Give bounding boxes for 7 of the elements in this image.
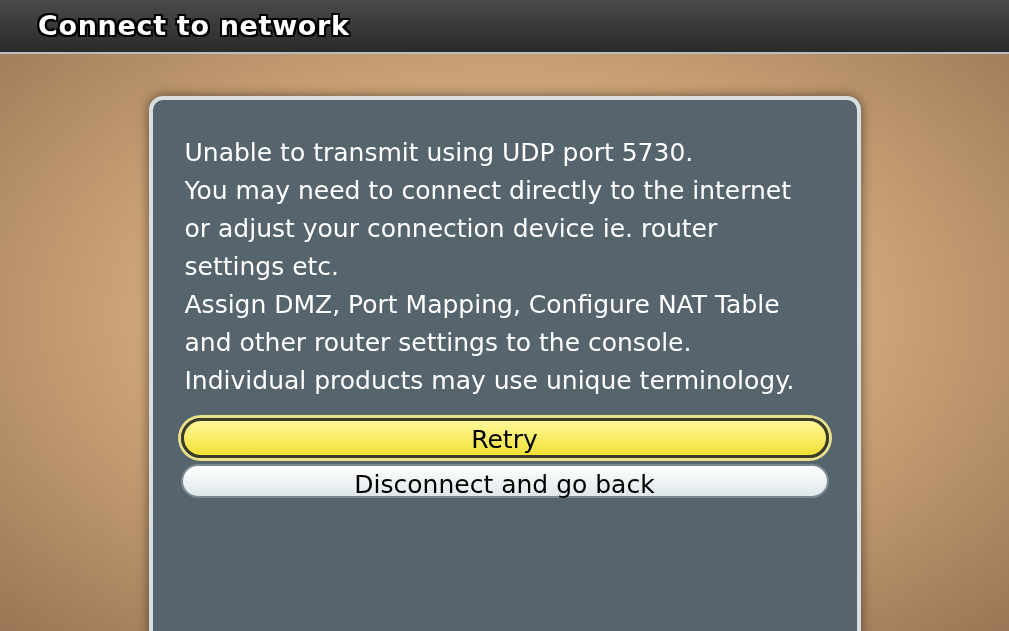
message-text: Unable to transmit using UDP port 5730.	[184, 137, 695, 169]
window-title: Connect to network	[38, 8, 350, 43]
dialog-button[interactable]: Retry	[180, 418, 829, 458]
message-text: You may need to connect directly to the internet or adjust your connection device ie. router settings etc.	[184, 175, 793, 283]
dialog-button[interactable]: Disconnect and go back	[180, 464, 829, 498]
message-text: Assign DMZ, Port Mapping, Configure NAT Table and other router settings to the console.	[184, 289, 781, 359]
message-text: Individual products may use unique terminology.	[184, 365, 796, 397]
